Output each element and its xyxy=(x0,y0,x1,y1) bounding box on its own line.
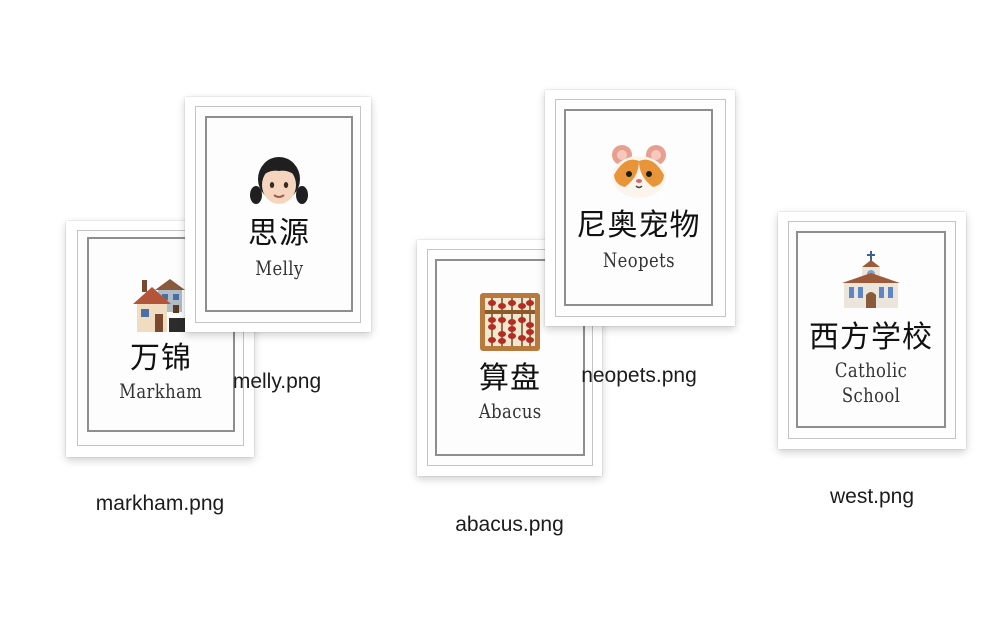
filename-label[interactable]: abacus.png xyxy=(417,513,602,537)
card-english-title: Melly xyxy=(254,255,304,280)
abacus-icon xyxy=(479,292,541,352)
card-chinese-title: 万锦 xyxy=(130,341,192,376)
card-english-title: Abacus xyxy=(478,399,542,423)
card-chinese-title: 尼奥宠物 xyxy=(576,208,701,243)
card-english-title: Markham xyxy=(119,379,203,403)
file-west[interactable]: 西方学校 Catholic School xyxy=(778,212,966,449)
card-english-line: School xyxy=(841,383,901,407)
file-neopets[interactable]: 尼奥宠物 Neopets xyxy=(545,90,735,326)
filename-label[interactable]: markham.png xyxy=(68,492,252,516)
card-chinese-title: 思源 xyxy=(248,215,310,251)
card-content: 思源 Melly xyxy=(205,116,353,312)
desktop[interactable]: 万锦 Markham 思源 Melly 算盘 Abacus 尼奥宠物 Neope… xyxy=(0,0,1004,628)
file-thumbnail[interactable]: 西方学校 Catholic School xyxy=(778,212,966,449)
card-english-line: Catholic xyxy=(834,358,908,382)
hamster-icon xyxy=(609,143,669,199)
file-thumbnail[interactable]: 尼奥宠物 Neopets xyxy=(545,90,735,326)
filename-label[interactable]: melly.png xyxy=(199,370,355,394)
card-content: 尼奥宠物 Neopets xyxy=(564,109,713,306)
church-icon xyxy=(840,251,902,309)
houses-icon xyxy=(131,276,191,334)
card-chinese-title: 西方学校 xyxy=(809,320,933,355)
card-english-title: Neopets xyxy=(602,248,675,272)
girl-icon xyxy=(248,149,310,209)
card-chinese-title: 算盘 xyxy=(479,361,541,396)
file-melly[interactable]: 思源 Melly xyxy=(185,97,371,332)
file-thumbnail[interactable]: 思源 Melly xyxy=(185,97,371,332)
filename-label[interactable]: west.png xyxy=(778,485,966,509)
card-english-title: Catholic School xyxy=(835,358,907,408)
card-content: 西方学校 Catholic School xyxy=(796,231,946,428)
filename-label[interactable]: neopets.png xyxy=(555,364,723,388)
